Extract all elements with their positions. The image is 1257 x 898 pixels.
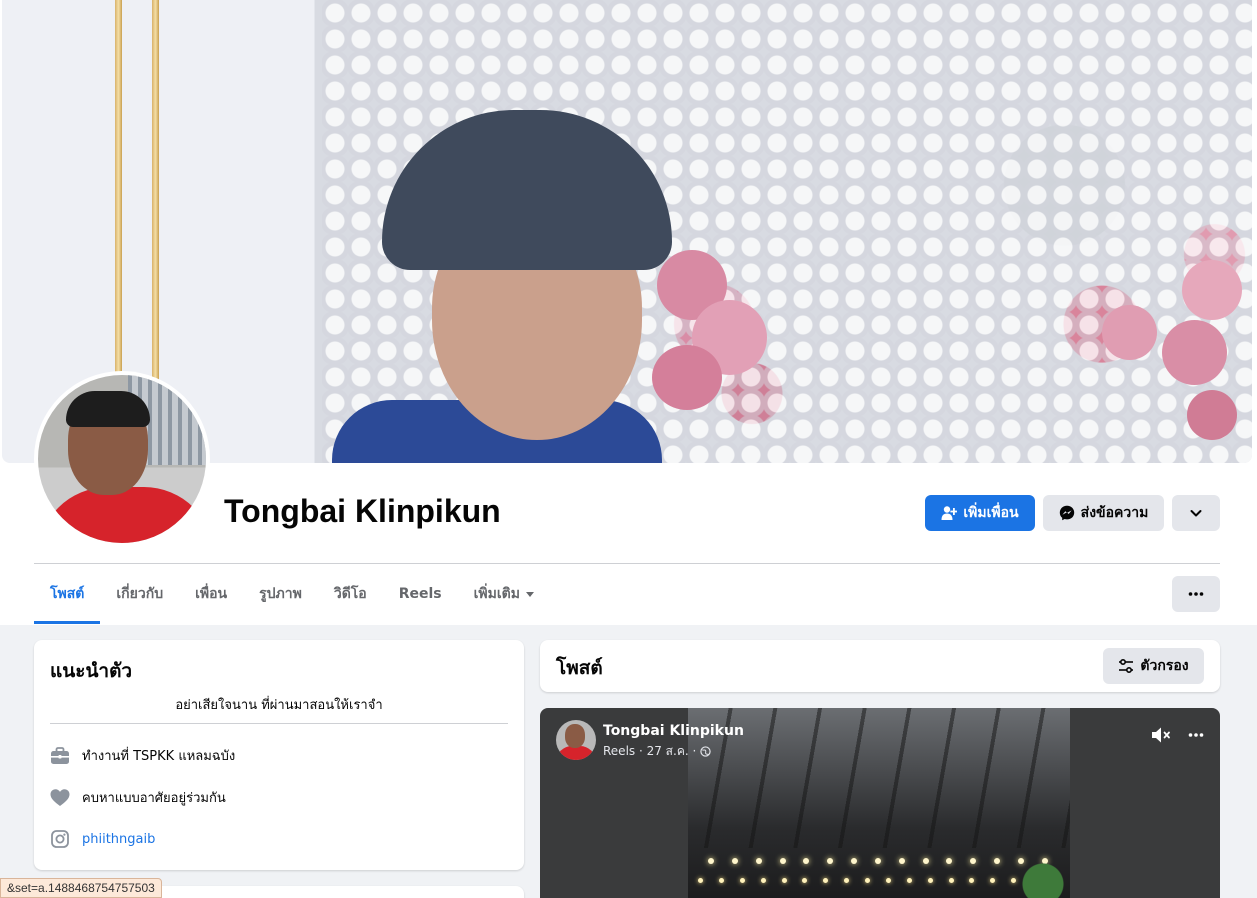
reel-video[interactable] — [688, 708, 1070, 898]
tab-photos[interactable]: รูปภาพ — [243, 564, 318, 624]
add-friend-icon — [941, 506, 958, 520]
instagram-link[interactable]: phiithngaib — [82, 832, 155, 847]
post-meta: Reels · 27 ส.ค. · — [603, 742, 711, 761]
post-meta-text[interactable]: Reels · 27 ส.ค. · — [603, 742, 696, 761]
tab-reels[interactable]: Reels — [383, 564, 458, 624]
intro-bio: อย่าเสียใจนาน ที่ผ่านมาสอนให้เราจำ — [175, 698, 383, 713]
posts-title: โพสต์ — [556, 657, 603, 679]
tab-label: เกี่ยวกับ — [116, 586, 164, 602]
tab-label: วิดีโอ — [333, 586, 367, 602]
cover-person — [332, 110, 672, 463]
tab-label: รูปภาพ — [259, 586, 302, 602]
tab-videos[interactable]: วิดีโอ — [318, 564, 383, 624]
video-string-lights — [708, 858, 1048, 864]
intro-card: แนะนำตัว อย่าเสียใจนาน ที่ผ่านมาสอนให้เร… — [34, 640, 524, 870]
tab-label: Reels — [398, 586, 442, 602]
post-author-avatar[interactable] — [556, 720, 596, 760]
profile-avatar[interactable] — [34, 371, 210, 547]
cover-flower — [1162, 320, 1227, 385]
messenger-icon — [1059, 505, 1074, 521]
intro-work-row: ทำงานที่ TSPKK แหลมฉบัง — [50, 745, 235, 766]
reel-post[interactable]: Tongbai Klinpikun Reels · 27 ส.ค. · — [540, 708, 1220, 898]
filter-button[interactable]: ตัวกรอง — [1103, 648, 1204, 684]
intro-relationship-text: คบหาแบบอาศัยอยู่ร่วมกัน — [82, 791, 226, 806]
filter-label: ตัวกรอง — [1140, 658, 1189, 674]
profile-header: Tongbai Klinpikun เพิ่มเพื่อน ส่งข้อความ… — [0, 0, 1257, 625]
tabs-overflow-button[interactable] — [1172, 576, 1220, 612]
message-label: ส่งข้อความ — [1080, 505, 1149, 521]
browser-status-bar: &set=a.1488468754757503 — [0, 878, 162, 898]
cover-flower — [1102, 305, 1157, 360]
cover-flower — [1182, 260, 1242, 320]
posts-header-card: โพสต์ ตัวกรอง — [540, 640, 1220, 692]
cover-pillar — [115, 0, 122, 380]
globe-icon — [700, 746, 711, 757]
post-author-name[interactable]: Tongbai Klinpikun — [603, 723, 744, 739]
intro-work-text: ทำงานที่ TSPKK แหลมฉบัง — [82, 749, 236, 764]
tab-more[interactable]: เพิ่มเติม — [458, 564, 550, 624]
briefcase-icon — [50, 746, 70, 766]
heart-icon — [50, 788, 70, 808]
chevron-down-icon — [1190, 510, 1202, 517]
cover-flower — [652, 345, 722, 410]
add-friend-label: เพิ่มเพื่อน — [963, 505, 1019, 521]
more-options-button[interactable] — [1172, 495, 1220, 531]
intro-relationship-row: คบหาแบบอาศัยอยู่ร่วมกัน — [50, 787, 226, 808]
message-button[interactable]: ส่งข้อความ — [1043, 495, 1164, 531]
muted-speaker-icon[interactable] — [1150, 726, 1172, 744]
instagram-icon — [50, 829, 70, 849]
profile-tabs: โพสต์ เกี่ยวกับ เพื่อน รูปภาพ วิดีโอ Ree… — [34, 564, 550, 624]
profile-name: Tongbai Klinpikun — [224, 493, 501, 529]
tab-label: เพิ่มเติม — [473, 586, 520, 602]
video-roof-beams — [688, 708, 1070, 848]
video-plant — [1018, 848, 1068, 898]
cover-flower — [1187, 390, 1237, 440]
tab-label: โพสต์ — [50, 586, 85, 602]
post-controls — [1150, 726, 1204, 744]
video-string-lights — [698, 878, 1058, 883]
caret-down-icon — [525, 591, 534, 597]
tab-about[interactable]: เกี่ยวกับ — [100, 564, 179, 624]
tab-label: เพื่อน — [195, 586, 228, 602]
status-url: &set=a.1488468754757503 — [7, 881, 155, 895]
intro-divider — [50, 723, 508, 724]
tab-friends[interactable]: เพื่อน — [179, 564, 243, 624]
add-friend-button[interactable]: เพิ่มเพื่อน — [925, 495, 1035, 531]
intro-title: แนะนำตัว — [50, 660, 133, 682]
ellipsis-icon — [1188, 592, 1204, 596]
intro-instagram-row: phiithngaib — [50, 829, 155, 849]
filter-icon — [1119, 658, 1134, 674]
ellipsis-icon[interactable] — [1188, 733, 1204, 737]
tab-posts[interactable]: โพสต์ — [34, 564, 101, 624]
cover-pillar — [152, 0, 159, 380]
